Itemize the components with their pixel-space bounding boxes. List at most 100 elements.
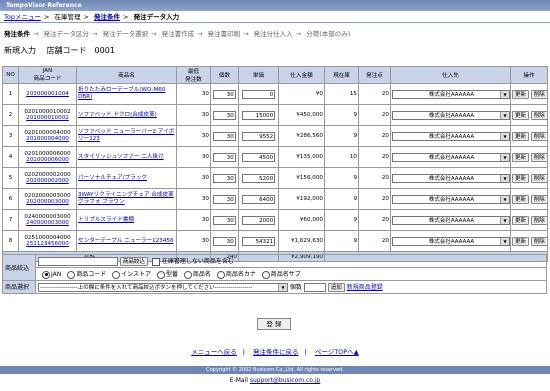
row-name-link[interactable]: ソファベッド ニューラーバー2 アイボリー123 bbox=[78, 129, 174, 142]
row-price-input[interactable]: 54321 bbox=[241, 236, 276, 246]
row-name-link[interactable]: パーソナルチェア/ブラック bbox=[78, 175, 147, 181]
row-delete-button[interactable]: 削除 bbox=[530, 110, 547, 120]
filter-input[interactable] bbox=[38, 257, 118, 266]
row-qty-input[interactable]: 30 bbox=[213, 173, 236, 183]
footer-links: メニューへ戻る | 発注条件に戻る | ページTOPへ▲ bbox=[191, 348, 359, 356]
row-qty-input[interactable]: 30 bbox=[213, 152, 236, 162]
radio-product-code[interactable] bbox=[67, 270, 76, 279]
row-supplier-select[interactable]: 株式会社AAAAAA ▼ bbox=[392, 173, 510, 183]
row-update-button[interactable]: 更新 bbox=[512, 131, 530, 141]
row-supplier-select[interactable]: 株式会社AAAAAA ▼ bbox=[392, 236, 510, 246]
add-button[interactable]: 追加 bbox=[327, 282, 345, 292]
chevron-down-icon: ▼ bbox=[500, 174, 509, 182]
row-supplier-select[interactable]: 株式会社AAAAAA ▼ bbox=[392, 152, 510, 162]
row-name-link[interactable]: 3WAYリクライニングチェア 合成皮革グラフォ ブラウン bbox=[78, 192, 174, 205]
row-name-link[interactable]: 折りたたみローテーブル(WO-M60 DBR) bbox=[78, 87, 165, 100]
row-update-button[interactable]: 更新 bbox=[512, 89, 530, 99]
breadcrumb-top-menu[interactable]: Topメニュー bbox=[4, 13, 41, 21]
row-delete-button[interactable]: 削除 bbox=[530, 131, 547, 141]
contact: E-Mail support@busicom.co.jp bbox=[229, 377, 321, 384]
row-price-input[interactable]: 0 bbox=[241, 89, 276, 99]
row-price-input[interactable]: 15000 bbox=[241, 110, 276, 120]
row-code-link[interactable]: 201000006000 bbox=[26, 157, 69, 163]
back-to-conditions-link[interactable]: 発注条件に戻る bbox=[253, 348, 299, 356]
table-row: 6 0202000003000 202000003000 3WAYリクライニングチェア… bbox=[2, 188, 548, 210]
chevron-down-icon: ▼ bbox=[500, 111, 509, 119]
row-stock: 9 bbox=[324, 104, 359, 126]
row-update-button[interactable]: 更新 bbox=[512, 194, 530, 204]
row-qty-input[interactable]: 30 bbox=[213, 215, 236, 225]
col-qty: 個数 bbox=[210, 66, 239, 84]
row-amount: ¥1,629,630 bbox=[278, 230, 325, 252]
filter-button[interactable]: 商品絞込 bbox=[119, 257, 148, 266]
row-supplier-select[interactable]: 株式会社AAAAAA ▼ bbox=[392, 89, 510, 99]
row-price-input[interactable]: 9552 bbox=[241, 131, 276, 141]
page-top-link[interactable]: ページTOPへ▲ bbox=[315, 348, 359, 356]
email-link[interactable]: support@busicom.co.jp bbox=[250, 377, 320, 384]
row-code-link[interactable]: 240000003000 bbox=[26, 220, 69, 226]
row-price-input[interactable]: 2000 bbox=[241, 215, 276, 225]
row-code-link[interactable]: 251123456000 bbox=[26, 241, 69, 247]
row-qty-input[interactable]: 30 bbox=[213, 89, 236, 99]
col-stock: 現在庫 bbox=[324, 66, 359, 84]
row-qty-input[interactable]: 30 bbox=[213, 194, 236, 204]
row-delete-button[interactable]: 削除 bbox=[530, 152, 547, 162]
row-supplier-select[interactable]: 株式会社AAAAAA ▼ bbox=[392, 215, 510, 225]
step-3: 発注データ選択 bbox=[102, 30, 149, 38]
row-price-input[interactable]: 4500 bbox=[241, 152, 276, 162]
row-supplier-select[interactable]: 株式会社AAAAAA ▼ bbox=[392, 110, 510, 120]
row-name-link[interactable]: ソファベッド ドクロ(合成皮革) bbox=[78, 112, 157, 118]
row-no: 2 bbox=[2, 104, 19, 126]
qty-input[interactable] bbox=[303, 282, 326, 292]
row-delete-button[interactable]: 削除 bbox=[530, 194, 547, 204]
row-supplier-select[interactable]: 株式会社AAAAAA ▼ bbox=[392, 131, 510, 141]
row-qty-input[interactable]: 30 bbox=[213, 110, 236, 120]
row-delete-button[interactable]: 削除 bbox=[530, 173, 547, 183]
step-2: 発注データ区分 bbox=[43, 30, 90, 38]
table-row: 4 0201000006000 201000006000 スタイリッシュソファー 二人… bbox=[2, 146, 548, 168]
radio-name-sub[interactable] bbox=[261, 270, 270, 279]
row-code-link[interactable]: 202000002000 bbox=[26, 178, 69, 184]
copyright: Copyright © 2002 Busicom Co.,Ltd. All ri… bbox=[0, 366, 550, 374]
radio-instore[interactable] bbox=[112, 270, 121, 279]
back-to-menu-link[interactable]: メニューへ戻る bbox=[191, 348, 237, 356]
row-update-button[interactable]: 更新 bbox=[512, 236, 530, 246]
order-table: NO JAN 商品コード 商品名 最低 発注数 個数 単価 仕入金額 現在庫 発注点… bbox=[2, 66, 548, 262]
row-delete-button[interactable]: 削除 bbox=[530, 215, 547, 225]
row-code-link[interactable]: 202000003000 bbox=[26, 199, 69, 205]
row-min: 30 bbox=[176, 83, 211, 105]
include-unmanaged-checkbox[interactable] bbox=[151, 257, 160, 266]
row-update-button[interactable]: 更新 bbox=[512, 110, 530, 120]
row-code-link[interactable]: 201000004000 bbox=[26, 136, 69, 142]
row-name-link[interactable]: トリプルスライド書棚 bbox=[78, 217, 134, 223]
row-name-link[interactable]: スタイリッシュソファー 二人掛け bbox=[78, 154, 164, 160]
row-min: 30 bbox=[176, 146, 211, 168]
row-delete-button[interactable]: 削除 bbox=[530, 236, 547, 246]
row-price-input[interactable]: 6400 bbox=[241, 194, 276, 204]
mode-label: 新規入力 bbox=[4, 46, 36, 55]
row-code-link[interactable]: 201000010002 bbox=[26, 115, 69, 121]
row-qty-input[interactable]: 30 bbox=[213, 131, 236, 141]
row-qty-input[interactable]: 30 bbox=[213, 236, 236, 246]
row-name-link[interactable]: センターテーブル ニューラー123456 bbox=[78, 238, 174, 244]
row-no: 4 bbox=[2, 146, 19, 168]
table-row: 1 203000001004 折りたたみローテーブル(WO-M60 DBR) 30 30… bbox=[2, 83, 548, 105]
product-select[interactable]: -------------------上の欄に条件を入れて商品絞込ボタンを押して… bbox=[38, 282, 288, 292]
row-delete-button[interactable]: 削除 bbox=[530, 89, 547, 99]
row-amount: ¥135,000 bbox=[278, 146, 325, 168]
row-supplier-select[interactable]: 株式会社AAAAAA ▼ bbox=[392, 194, 510, 204]
row-update-button[interactable]: 更新 bbox=[512, 215, 530, 225]
breadcrumb-order-conditions[interactable]: 発注条件 bbox=[94, 13, 120, 21]
radio-model[interactable] bbox=[156, 270, 165, 279]
row-code-link[interactable]: 203000001004 bbox=[26, 91, 69, 97]
new-product-link[interactable]: 新規商品登録 bbox=[347, 284, 383, 291]
row-update-button[interactable]: 更新 bbox=[512, 173, 530, 183]
register-button[interactable]: 登 録 bbox=[257, 318, 291, 330]
radio-name-kana[interactable] bbox=[216, 270, 225, 279]
row-no: 3 bbox=[2, 125, 19, 147]
row-price-input[interactable]: 5200 bbox=[241, 173, 276, 183]
radio-name[interactable] bbox=[183, 270, 192, 279]
row-update-button[interactable]: 更新 bbox=[512, 152, 530, 162]
row-stock: 9 bbox=[324, 209, 359, 231]
radio-jan[interactable] bbox=[42, 270, 50, 279]
